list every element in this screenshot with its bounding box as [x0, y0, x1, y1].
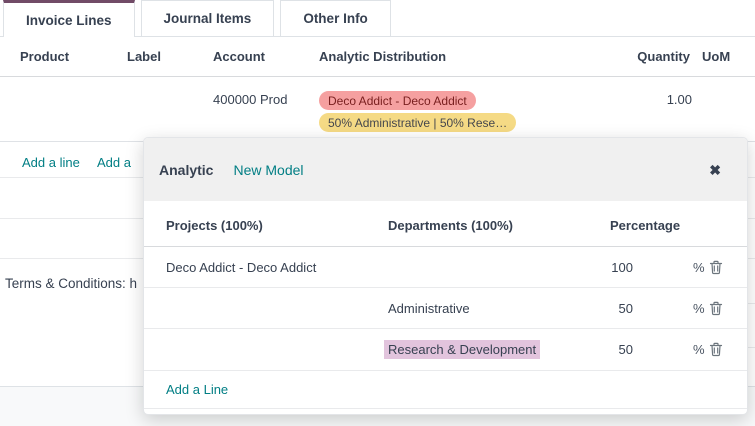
popup-title: Analytic [159, 161, 214, 178]
analytic-tag-departments[interactable]: 50% Administrative | 50% Rese… [319, 113, 517, 132]
column-header-analytic-distribution: Analytic Distribution [319, 49, 447, 64]
percentage-input[interactable]: 50 [533, 329, 633, 370]
percent-sign: % [693, 300, 705, 316]
department-cell[interactable]: Administrative [388, 288, 470, 328]
selected-text-highlight: Research & Development [384, 340, 541, 359]
invoice-form-page: Invoice Lines Journal Items Other Info P… [0, 0, 755, 426]
column-header-quantity: Quantity [637, 49, 690, 64]
analytic-tag-project[interactable]: Deco Addict - Deco Addict [319, 91, 476, 110]
trash-icon[interactable] [709, 247, 723, 287]
close-icon[interactable]: ✖ [709, 163, 721, 177]
percent-sign: % [693, 342, 705, 357]
popup-add-a-line-link[interactable]: Add a Line [166, 382, 228, 397]
trash-icon[interactable] [709, 329, 723, 370]
percentage-input[interactable]: 100 [533, 247, 633, 287]
account-cell[interactable]: 400000 Prod [213, 92, 287, 107]
department-cell-selected[interactable]: Research & Development [384, 329, 541, 370]
popup-table-row: Administrative 50 % [144, 288, 747, 329]
popup-table-row: Deco Addict - Deco Addict 100 % [144, 247, 747, 288]
add-a-section-link[interactable]: Add a [97, 155, 131, 170]
popup-column-percentage: Percentage [610, 218, 681, 233]
notebook-tabbar: Invoice Lines Journal Items Other Info [0, 0, 755, 37]
popup-add-row: Add a Line [144, 371, 747, 409]
tab-other-info[interactable]: Other Info [280, 0, 391, 36]
new-model-link[interactable]: New Model [233, 162, 303, 178]
column-header-account: Account [213, 49, 265, 64]
terms-conditions-text[interactable]: Terms & Conditions: h [5, 276, 137, 291]
column-header-product: Product [20, 49, 70, 64]
popup-column-departments: Departments (100%) [388, 218, 513, 233]
invoice-table-header: Product Label Account Analytic Distribut… [0, 37, 755, 77]
analytic-popup-header: Analytic New Model ✖ [144, 138, 747, 201]
tab-invoice-lines[interactable]: Invoice Lines [3, 0, 135, 37]
percent-sign: % [693, 259, 705, 275]
popup-table-row: Research & Development 50 % [144, 329, 747, 371]
project-cell[interactable]: Deco Addict - Deco Addict [166, 247, 316, 287]
popup-column-projects: Projects (100%) [166, 218, 263, 233]
tab-journal-items[interactable]: Journal Items [140, 0, 275, 36]
popup-table-header: Projects (100%) Departments (100%) Perce… [144, 204, 747, 247]
column-header-label: Label [127, 49, 161, 64]
analytic-popup: Analytic New Model ✖ Projects (100%) Dep… [143, 137, 748, 415]
percentage-input[interactable]: 50 [533, 288, 633, 328]
add-a-line-link[interactable]: Add a line [22, 155, 80, 170]
trash-icon[interactable] [709, 288, 723, 328]
column-header-uom: UoM [702, 49, 731, 64]
quantity-cell[interactable]: 1.00 [667, 92, 692, 107]
